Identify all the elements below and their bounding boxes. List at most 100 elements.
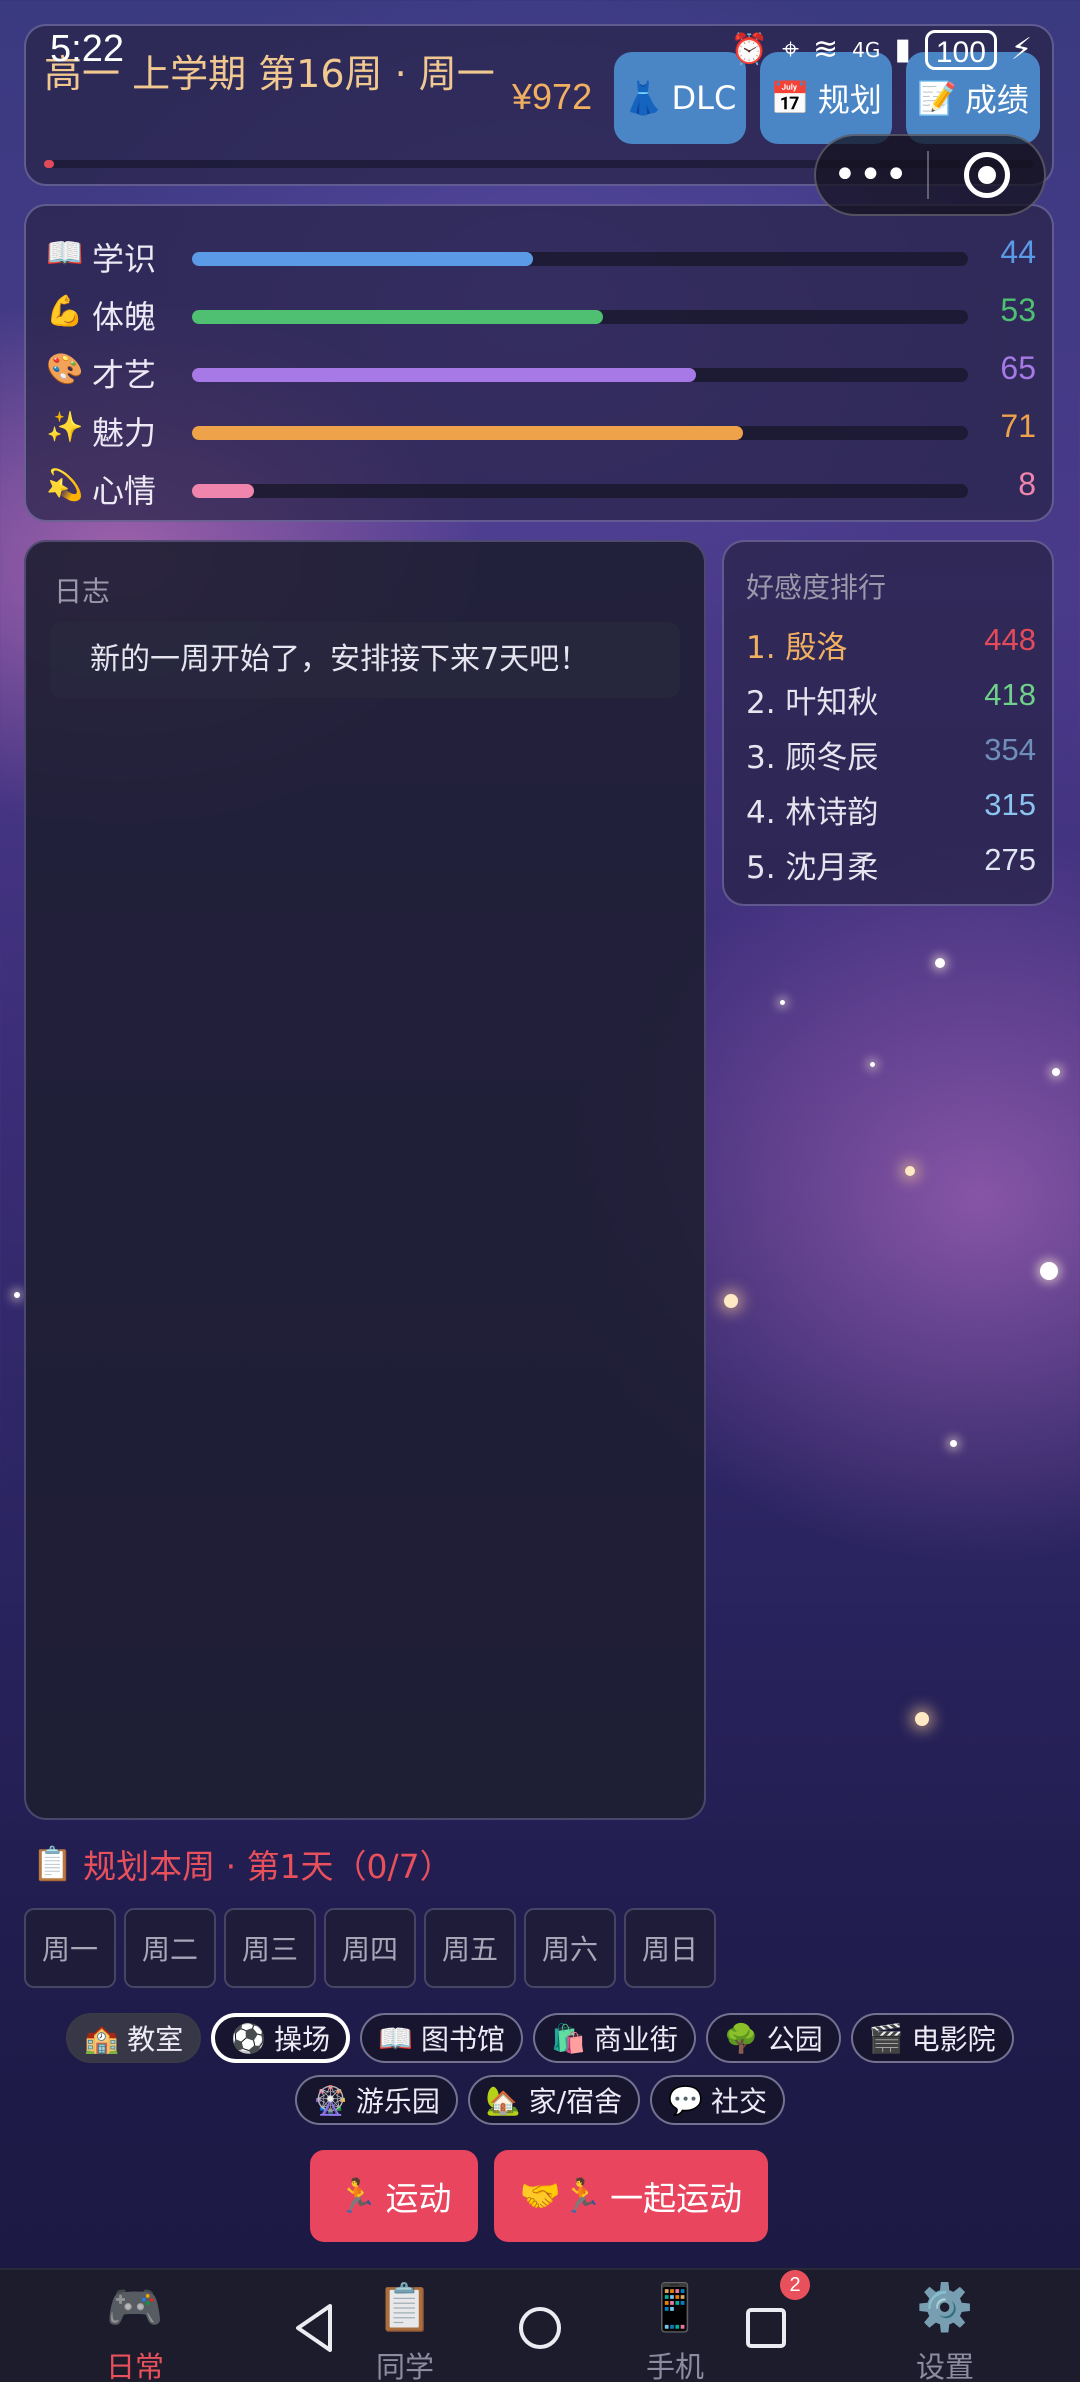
log-title: 日志 xyxy=(54,575,111,608)
tab-label: 手机 xyxy=(645,2350,704,2382)
close-miniprogram-button[interactable] xyxy=(929,152,1044,198)
stat-row-physique: 💪 体魄 53 xyxy=(46,286,1036,344)
day-slot-thu[interactable]: 周四 xyxy=(324,1908,416,1988)
star-decoration xyxy=(950,1440,957,1447)
ranking-score: 354 xyxy=(984,732,1036,767)
star-decoration xyxy=(870,1062,875,1067)
ranking-score: 315 xyxy=(984,787,1036,822)
location-cinema[interactable]: 🎬 电影院 xyxy=(850,2013,1014,2063)
exercise-button[interactable]: 🏃 运动 xyxy=(310,2150,478,2242)
plan-week-title: 📋 规划本周 · 第1天（0/7） xyxy=(32,1840,453,1888)
ferris-wheel-icon: 🎡 xyxy=(312,2083,348,2117)
stat-row-talent: 🎨 才艺 65 xyxy=(46,344,1036,402)
star-decoration xyxy=(14,1292,20,1298)
log-panel[interactable]: 日志 新的一周开始了，安排接下来7天吧！ xyxy=(24,540,706,1820)
ranking-item[interactable]: 2. 叶知秋 418 xyxy=(746,671,1036,721)
book-icon: 📖 xyxy=(378,2021,413,2055)
stat-value: 53 xyxy=(1000,292,1036,328)
stat-label: 学识 xyxy=(92,240,157,278)
location-shopping-street[interactable]: 🛍️ 商业街 xyxy=(533,2013,696,2063)
home-icon[interactable] xyxy=(516,2302,564,2354)
star-decoration xyxy=(905,1166,915,1176)
day-slot-mon[interactable]: 周一 xyxy=(24,1908,116,1988)
battery-indicator: 100 xyxy=(924,30,997,70)
ranking-name: 2. 叶知秋 xyxy=(746,685,879,721)
tab-classmates[interactable]: 📋 同学 xyxy=(315,2270,495,2382)
ranking-item[interactable]: 1. 殷洛 448 xyxy=(746,616,1036,666)
game-controller-icon: 🎮 xyxy=(106,2280,164,2334)
location-library[interactable]: 📖 图书馆 xyxy=(360,2013,523,2063)
tab-label: 设置 xyxy=(915,2350,974,2382)
location-home-dorm[interactable]: 🏡 家/宿舍 xyxy=(467,2075,641,2125)
tab-label: 同学 xyxy=(375,2350,434,2382)
phone-icon: 📱 xyxy=(646,2280,704,2334)
exercise-together-button-label: 一起运动 xyxy=(610,2179,743,2218)
back-icon[interactable] xyxy=(290,2302,338,2354)
tab-phone[interactable]: 📱 手机 xyxy=(585,2270,765,2382)
miniprogram-capsule: ••• xyxy=(814,134,1046,216)
soccer-ball-icon: ⚽ xyxy=(231,2021,267,2055)
ranking-name: 3. 顾冬辰 xyxy=(746,740,879,776)
more-menu-button[interactable]: ••• xyxy=(816,152,927,198)
target-icon xyxy=(963,152,1010,198)
star-decoration xyxy=(935,958,945,968)
ranking-item[interactable]: 3. 顾冬辰 354 xyxy=(746,726,1036,776)
day-slot-sun[interactable]: 周日 xyxy=(624,1908,716,1988)
exercise-button-label: 运动 xyxy=(385,2179,452,2218)
location-amusement-park[interactable]: 🎡 游乐园 xyxy=(294,2075,458,2125)
day-slot-wed[interactable]: 周三 xyxy=(224,1908,316,1988)
sparkles-icon: ✨ xyxy=(46,410,84,445)
house-icon: 🏡 xyxy=(485,2083,521,2117)
ranking-name: 4. 林诗韵 xyxy=(746,795,879,831)
gear-icon: ⚙️ xyxy=(916,2280,974,2334)
stat-label: 心情 xyxy=(92,472,157,510)
ranking-title: 好感度排行 xyxy=(746,571,887,604)
location-label: 商业街 xyxy=(593,2023,678,2056)
ranking-score: 418 xyxy=(984,677,1036,712)
ranking-item[interactable]: 5. 沈月柔 275 xyxy=(746,836,1036,886)
location-playground[interactable]: ⚽ 操场 xyxy=(211,2013,351,2063)
stat-label: 体魄 xyxy=(92,298,157,336)
stats-card: 📖 学识 44 💪 体魄 53 🎨 才艺 65 ✨ 魅力 71 💫 心情 8 xyxy=(24,204,1054,522)
clipboard-icon: 📋 xyxy=(376,2280,434,2334)
location-park[interactable]: 🌳 公园 xyxy=(705,2013,841,2063)
alarm-icon: ⏰ xyxy=(730,32,769,67)
network-label: 4G xyxy=(852,38,881,62)
speech-bubble-icon: 💬 xyxy=(668,2083,704,2117)
recents-badge: 2 xyxy=(780,2270,810,2300)
recents-icon[interactable] xyxy=(742,2302,790,2354)
dizzy-star-icon: 💫 xyxy=(46,468,84,503)
book-icon: 📖 xyxy=(46,236,84,271)
tab-settings[interactable]: ⚙️ 设置 xyxy=(855,2270,1035,2382)
signal-icon: ▮ xyxy=(894,32,911,67)
ranking-item[interactable]: 4. 林诗韵 315 xyxy=(746,781,1036,831)
tab-daily[interactable]: 🎮 日常 xyxy=(45,2270,225,2382)
star-decoration xyxy=(1052,1068,1060,1076)
stat-bar xyxy=(192,252,968,266)
stat-bar xyxy=(192,426,968,440)
ranking-name: 1. 殷洛 xyxy=(746,630,848,666)
location-chips-row1: 🏫 教室 ⚽ 操场 📖 图书馆 🛍️ 商业街 🌳 公园 🎬 电影院 xyxy=(0,2013,1080,2063)
charging-icon: ⚡ xyxy=(1010,32,1032,67)
star-decoration xyxy=(915,1712,929,1726)
stat-row-charm: ✨ 魅力 71 xyxy=(46,402,1036,460)
location-classroom[interactable]: 🏫 教室 xyxy=(66,2013,202,2063)
day-slot-sat[interactable]: 周六 xyxy=(524,1908,616,1988)
stat-value: 65 xyxy=(1000,350,1036,386)
ranking-name: 5. 沈月柔 xyxy=(746,850,879,886)
stat-row-mood: 💫 心情 8 xyxy=(46,460,1036,518)
clipboard-icon: 📋 xyxy=(32,1844,74,1883)
log-entry: 新的一周开始了，安排接下来7天吧！ xyxy=(50,622,680,698)
day-slot-fri[interactable]: 周五 xyxy=(424,1908,516,1988)
exercise-together-button[interactable]: 🤝🏃 一起运动 xyxy=(494,2150,768,2242)
location-label: 操场 xyxy=(274,2023,331,2056)
tab-label: 日常 xyxy=(105,2350,164,2382)
shopping-bags-icon: 🛍️ xyxy=(551,2021,586,2055)
location-label: 游乐园 xyxy=(355,2085,440,2118)
location-label: 社交 xyxy=(711,2085,768,2118)
location-social[interactable]: 💬 社交 xyxy=(650,2075,786,2125)
stat-label: 才艺 xyxy=(92,356,157,394)
day-slot-tue[interactable]: 周二 xyxy=(124,1908,216,1988)
stat-value: 44 xyxy=(1000,234,1036,270)
muscle-icon: 💪 xyxy=(46,294,84,329)
